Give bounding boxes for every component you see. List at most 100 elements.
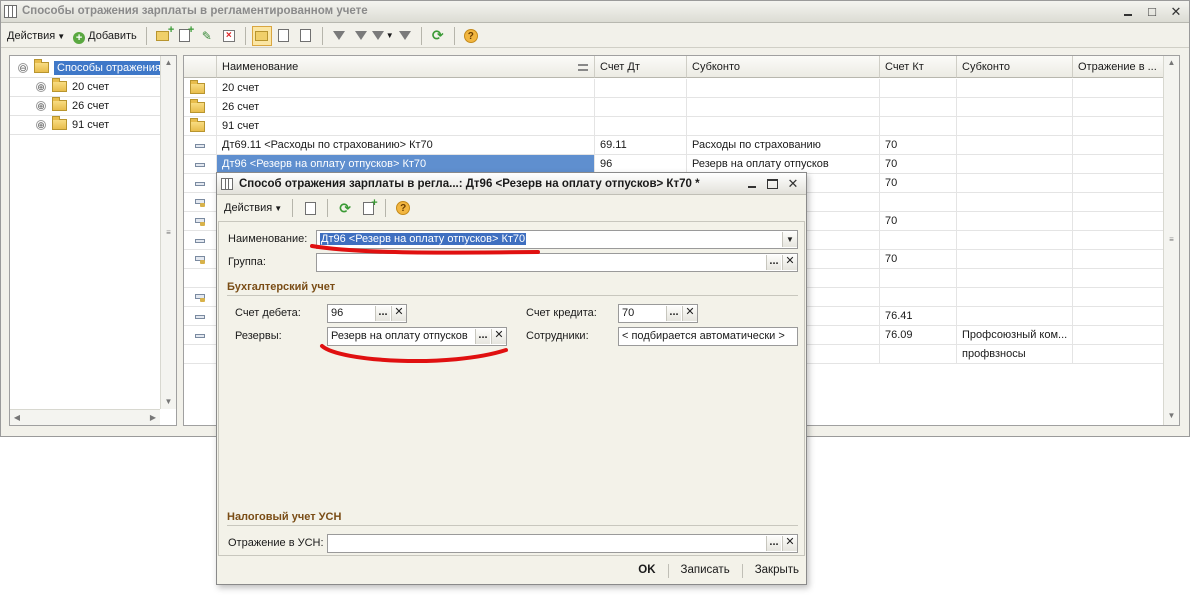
usn-field[interactable]: ... ✕ bbox=[327, 534, 798, 553]
select-icon[interactable]: ... bbox=[475, 329, 490, 344]
edit-dialog: Способ отражения зарплаты в регла...: Дт… bbox=[216, 172, 807, 585]
hierarchy-toggle-button[interactable] bbox=[251, 25, 272, 46]
column-header-debit[interactable]: Счет Дт bbox=[595, 56, 687, 78]
expand-icon[interactable]: ⊕ bbox=[36, 119, 46, 130]
dialog-actions-menu-button[interactable]: Действия ▼ bbox=[221, 198, 285, 218]
select-icon[interactable]: ... bbox=[766, 255, 781, 270]
filter-by-value-button[interactable] bbox=[351, 26, 371, 46]
refresh-button[interactable]: ⟳ bbox=[428, 26, 448, 46]
tree-horizontal-scrollbar[interactable]: ◀ ▶ bbox=[10, 409, 160, 425]
element-subgroup-icon bbox=[195, 217, 205, 226]
ok-button[interactable]: OK bbox=[638, 564, 655, 578]
level-up-button[interactable] bbox=[296, 26, 316, 46]
clear-icon[interactable]: ✕ bbox=[682, 306, 697, 321]
scroll-handle-icon[interactable]: ≡ bbox=[1164, 233, 1179, 247]
scroll-left-icon[interactable]: ◀ bbox=[10, 410, 24, 425]
clear-icon[interactable]: ✕ bbox=[491, 329, 506, 344]
cell-usn bbox=[1073, 136, 1164, 155]
scroll-handle-icon[interactable]: ≡ bbox=[161, 226, 176, 240]
copy-button[interactable] bbox=[175, 24, 195, 46]
folder-icon bbox=[52, 78, 67, 92]
expand-icon[interactable]: ⊕ bbox=[36, 100, 46, 111]
edit-button[interactable]: ✎ bbox=[197, 26, 217, 46]
level-up-icon bbox=[300, 29, 312, 42]
column-header-credit[interactable]: Счет Кт bbox=[880, 56, 957, 78]
table-row[interactable]: 26 счет bbox=[184, 98, 1164, 117]
cell-name: Дт69.11 <Расходы по страхованию> Кт70 bbox=[217, 136, 595, 155]
tax-section-header: Налоговый учет УСН bbox=[227, 511, 798, 526]
move-to-group-button[interactable] bbox=[274, 26, 294, 46]
clear-filter-button[interactable] bbox=[395, 26, 415, 46]
actions-menu-button[interactable]: Действия ▼ bbox=[4, 26, 68, 46]
clear-icon[interactable]: ✕ bbox=[391, 306, 406, 321]
form-icon bbox=[221, 178, 233, 190]
select-icon[interactable]: ... bbox=[375, 306, 390, 321]
debit-label: Счет дебета: bbox=[235, 307, 301, 319]
debit-account-field[interactable]: 96 ... ✕ bbox=[327, 304, 407, 323]
reserves-field[interactable]: Резерв на оплату отпусков ... ✕ bbox=[327, 327, 507, 346]
cell-sub2 bbox=[957, 174, 1073, 193]
help-icon: ? bbox=[396, 201, 411, 215]
column-header-subconto-1[interactable]: Субконто bbox=[687, 56, 880, 78]
close-button[interactable]: ✕ bbox=[1169, 4, 1183, 19]
copy-record-button[interactable] bbox=[358, 197, 378, 218]
add-button[interactable]: + Добавить bbox=[70, 26, 140, 46]
restore-button[interactable]: □ bbox=[1145, 4, 1159, 19]
select-icon[interactable]: ... bbox=[766, 536, 781, 551]
collapse-icon[interactable]: ⊖ bbox=[18, 62, 28, 73]
tree-item-root[interactable]: ⊖ Способы отражения bbox=[18, 58, 170, 77]
close-dialog-button[interactable]: Закрыть bbox=[755, 564, 799, 578]
cell-usn bbox=[1073, 345, 1164, 364]
save-and-close-button[interactable] bbox=[300, 198, 320, 218]
delete-button[interactable]: × bbox=[219, 26, 239, 46]
scroll-down-icon[interactable]: ▼ bbox=[161, 395, 176, 409]
name-field[interactable]: Дт96 <Резерв на оплату отпусков> Кт70 ▼ bbox=[316, 230, 798, 249]
element-icon bbox=[195, 181, 205, 186]
filter-icon bbox=[332, 31, 345, 40]
dropdown-icon[interactable]: ▼ bbox=[782, 232, 797, 247]
clear-icon[interactable]: ✕ bbox=[782, 536, 797, 551]
row-icon-cell bbox=[184, 98, 217, 117]
select-icon[interactable]: ... bbox=[666, 306, 681, 321]
save-button[interactable]: Записать bbox=[681, 564, 730, 578]
column-header-usn[interactable]: Отражение в ... bbox=[1073, 56, 1164, 78]
add-folder-button[interactable] bbox=[153, 24, 174, 46]
column-header-name[interactable]: Наименование bbox=[217, 56, 595, 78]
clear-icon[interactable]: ✕ bbox=[782, 255, 797, 270]
group-field[interactable]: ... ✕ bbox=[316, 253, 798, 272]
dialog-help-button[interactable]: ? bbox=[393, 198, 413, 218]
folder-icon bbox=[34, 59, 49, 73]
employees-field[interactable]: < подбирается автоматически > bbox=[618, 327, 798, 346]
scroll-down-icon[interactable]: ▼ bbox=[1164, 409, 1179, 423]
refresh-icon: ⟳ bbox=[431, 27, 444, 43]
cell-sub1 bbox=[687, 98, 880, 117]
row-icon-cell bbox=[184, 193, 217, 212]
element-icon bbox=[195, 143, 205, 148]
filter-button[interactable] bbox=[329, 26, 349, 46]
dialog-maximize-button[interactable] bbox=[767, 179, 778, 189]
minimize-button[interactable] bbox=[1121, 4, 1135, 19]
row-icon-cell bbox=[184, 155, 217, 174]
tree-vertical-scrollbar[interactable]: ▲ ≡ ▼ bbox=[160, 56, 176, 409]
expand-icon[interactable]: ⊕ bbox=[36, 81, 46, 92]
scroll-right-icon[interactable]: ▶ bbox=[146, 410, 160, 425]
table-row[interactable]: 20 счет bbox=[184, 79, 1164, 98]
column-header-subconto-2[interactable]: Субконто bbox=[957, 56, 1073, 78]
cell-usn bbox=[1073, 174, 1164, 193]
table-vertical-scrollbar[interactable]: ▲ ≡ ▼ bbox=[1163, 56, 1179, 425]
filter-history-button[interactable]: ▼ bbox=[371, 26, 394, 46]
help-button[interactable]: ? bbox=[461, 26, 481, 46]
reread-button[interactable]: ⟳ bbox=[335, 198, 355, 218]
dialog-minimize-button[interactable] bbox=[745, 176, 759, 191]
dialog-close-button[interactable]: ✕ bbox=[786, 176, 800, 191]
cell-kt: 70 bbox=[880, 155, 957, 174]
table-row[interactable]: 91 счет bbox=[184, 117, 1164, 136]
cell-sub2: профвзносы bbox=[957, 345, 1073, 364]
cell-usn bbox=[1073, 212, 1164, 231]
group-tree[interactable]: ⊖ Способы отражения ⊕ 20 счет ⊕ 26 счет … bbox=[9, 55, 177, 426]
credit-account-field[interactable]: 70 ... ✕ bbox=[618, 304, 698, 323]
scroll-up-icon[interactable]: ▲ bbox=[161, 56, 176, 70]
reserves-label: Резервы: bbox=[235, 330, 282, 342]
table-row[interactable]: Дт69.11 <Расходы по страхованию> Кт70 69.… bbox=[184, 136, 1164, 155]
scroll-up-icon[interactable]: ▲ bbox=[1164, 56, 1179, 70]
